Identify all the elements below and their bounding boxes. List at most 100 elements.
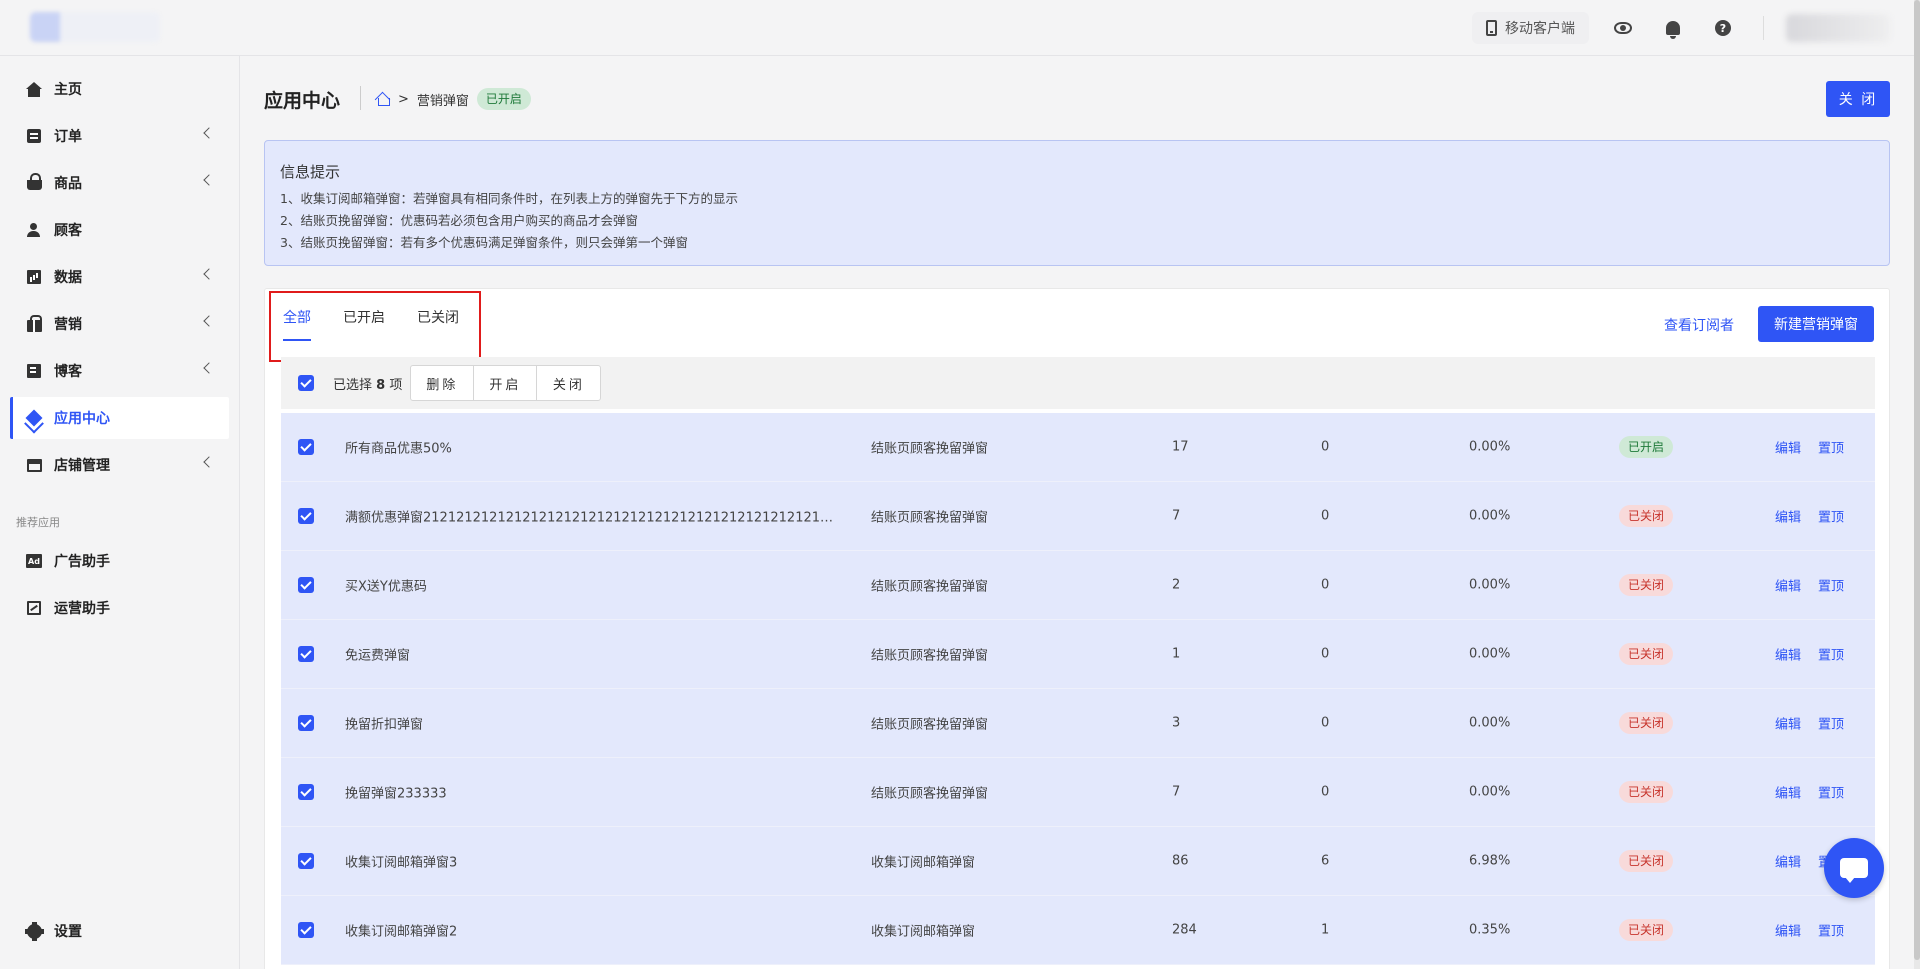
- bell-icon: [1666, 21, 1680, 39]
- edit-link[interactable]: 编辑: [1775, 921, 1801, 940]
- bulk-buttons: 删除 开启 关闭: [410, 365, 602, 401]
- status-badge: 已开启: [1619, 436, 1674, 458]
- sidebar-item-settings[interactable]: 设置: [10, 910, 229, 952]
- row-checkbox[interactable]: [298, 853, 314, 869]
- ad-icon: Ad: [26, 553, 42, 569]
- info-line: 1、收集订阅邮箱弹窗：若弹窗具有相同条件时，在列表上方的弹窗先于下方的显示: [280, 191, 738, 206]
- sidebar-item-customers[interactable]: 顾客: [10, 209, 229, 251]
- sidebar-item-store-management[interactable]: 店铺管理: [10, 444, 229, 486]
- conversions: 0: [1321, 784, 1330, 800]
- popup-table: 所有商品优惠50% 结账页顾客挽留弹窗 17 0 0.00% 已开启 编辑 置顶…: [281, 413, 1875, 965]
- sidebar-item-ad-assistant[interactable]: Ad 广告助手: [10, 540, 229, 582]
- popup-name: 挽留弹窗233333: [345, 786, 447, 802]
- edit-link[interactable]: 编辑: [1775, 438, 1801, 457]
- home-icon[interactable]: [376, 92, 390, 106]
- sidebar-item-orders[interactable]: 订单: [10, 115, 229, 157]
- popup-type: 结账页顾客挽留弹窗: [871, 648, 989, 664]
- edit-link[interactable]: 编辑: [1775, 783, 1801, 802]
- selection-suffix: 项: [389, 377, 403, 393]
- impressions: 284: [1172, 922, 1197, 938]
- conversion-rate: 0.00%: [1469, 439, 1511, 455]
- sidebar-item-label: 商品: [54, 176, 82, 192]
- popup-type: 结账页顾客挽留弹窗: [871, 510, 989, 526]
- pin-top-link[interactable]: 置顶: [1818, 783, 1844, 802]
- product-icon: [26, 173, 42, 191]
- table-row: 买X送Y优惠码 结账页顾客挽留弹窗 2 0 0.00% 已关闭 编辑 置顶: [281, 551, 1875, 620]
- bulk-disable-button[interactable]: 关闭: [537, 366, 600, 400]
- pin-top-link[interactable]: 置顶: [1818, 507, 1844, 526]
- top-bar-actions: 移动客户端 ?: [1472, 12, 1890, 44]
- sidebar: 主页 订单 商品 顾客 数据 营销 博客 应用中心 店铺管理 推荐应用 Ad 广…: [0, 56, 240, 969]
- operations-icon: [26, 600, 42, 616]
- sidebar-item-label: 广告助手: [54, 554, 110, 570]
- preview-button[interactable]: [1613, 18, 1633, 38]
- table-row: 满额优惠弹窗2121212121212121212121212121212121…: [281, 482, 1875, 551]
- conversion-rate: 6.98%: [1469, 853, 1511, 869]
- row-checkbox[interactable]: [298, 577, 314, 593]
- mobile-client-button[interactable]: 移动客户端: [1472, 12, 1589, 44]
- scrollbar-thumb[interactable]: [1914, 0, 1920, 960]
- store-icon: [26, 457, 42, 473]
- info-title: 信息提示: [280, 163, 341, 181]
- pin-top-link[interactable]: 置顶: [1818, 921, 1844, 940]
- new-popup-button[interactable]: 新建营销弹窗: [1758, 306, 1874, 342]
- edit-link[interactable]: 编辑: [1775, 645, 1801, 664]
- impressions: 1: [1172, 646, 1181, 662]
- app-center-icon: [25, 409, 43, 427]
- brand-logo[interactable]: [30, 12, 160, 42]
- chevron-left-icon: [203, 268, 215, 280]
- sidebar-item-ops-assistant[interactable]: 运营助手: [10, 587, 229, 629]
- row-checkbox[interactable]: [298, 508, 314, 524]
- blog-icon: [26, 363, 42, 379]
- edit-link[interactable]: 编辑: [1775, 507, 1801, 526]
- row-checkbox[interactable]: [298, 784, 314, 800]
- user-menu[interactable]: [1786, 14, 1890, 42]
- notifications-button[interactable]: [1663, 18, 1683, 39]
- eye-icon: [1614, 22, 1632, 34]
- table-row: 挽留折扣弹窗 结账页顾客挽留弹窗 3 0 0.00% 已关闭 编辑 置顶: [281, 689, 1875, 758]
- sidebar-item-label: 订单: [54, 129, 82, 145]
- view-subscribers-link[interactable]: 查看订阅者: [1664, 315, 1734, 335]
- row-checkbox[interactable]: [298, 922, 314, 938]
- row-checkbox[interactable]: [298, 646, 314, 662]
- info-line: 2、结账页挽留弹窗：优惠码若必须包含用户购买的商品才会弹窗: [280, 213, 638, 228]
- status-badge: 已关闭: [1619, 850, 1674, 872]
- table-row: 所有商品优惠50% 结账页顾客挽留弹窗 17 0 0.00% 已开启 编辑 置顶: [281, 413, 1875, 482]
- close-button[interactable]: 关 闭: [1826, 81, 1890, 117]
- pin-top-link[interactable]: 置顶: [1818, 438, 1844, 457]
- select-all-checkbox[interactable]: [298, 375, 314, 391]
- sidebar-item-data[interactable]: 数据: [10, 256, 229, 298]
- help-button[interactable]: ?: [1713, 18, 1733, 38]
- phone-icon: [1486, 20, 1497, 36]
- status-badge: 已关闭: [1619, 919, 1674, 941]
- sidebar-item-blog[interactable]: 博客: [10, 350, 229, 392]
- pin-top-link[interactable]: 置顶: [1818, 714, 1844, 733]
- status-badge: 已开启: [476, 88, 531, 110]
- page-scrollbar[interactable]: [1914, 0, 1920, 969]
- edit-link[interactable]: 编辑: [1775, 714, 1801, 733]
- chevron-left-icon: [203, 456, 215, 468]
- bulk-enable-button[interactable]: 开启: [474, 366, 538, 400]
- sidebar-item-marketing[interactable]: 营销: [10, 303, 229, 345]
- pin-top-link[interactable]: 置顶: [1818, 645, 1844, 664]
- status-badge: 已关闭: [1619, 574, 1674, 596]
- edit-link[interactable]: 编辑: [1775, 852, 1801, 871]
- status-badge: 已关闭: [1619, 643, 1674, 665]
- status-badge: 已关闭: [1619, 781, 1674, 803]
- edit-link[interactable]: 编辑: [1775, 576, 1801, 595]
- bulk-delete-button[interactable]: 删除: [411, 366, 475, 400]
- chevron-left-icon: [203, 174, 215, 186]
- table-row: 免运费弹窗 结账页顾客挽留弹窗 1 0 0.00% 已关闭 编辑 置顶: [281, 620, 1875, 689]
- breadcrumb-current: 营销弹窗: [416, 93, 469, 109]
- row-checkbox[interactable]: [298, 439, 314, 455]
- sidebar-item-products[interactable]: 商品: [10, 162, 229, 204]
- row-checkbox[interactable]: [298, 715, 314, 731]
- popup-type: 结账页顾客挽留弹窗: [871, 579, 989, 595]
- pin-top-link[interactable]: 置顶: [1818, 576, 1844, 595]
- sidebar-item-home[interactable]: 主页: [10, 68, 229, 110]
- conversion-rate: 0.35%: [1469, 922, 1511, 938]
- popup-name: 挽留折扣弹窗: [345, 717, 424, 733]
- chat-support-button[interactable]: [1824, 838, 1884, 898]
- popup-name: 收集订阅邮箱弹窗2: [345, 924, 458, 940]
- sidebar-item-app-center[interactable]: 应用中心: [10, 397, 229, 439]
